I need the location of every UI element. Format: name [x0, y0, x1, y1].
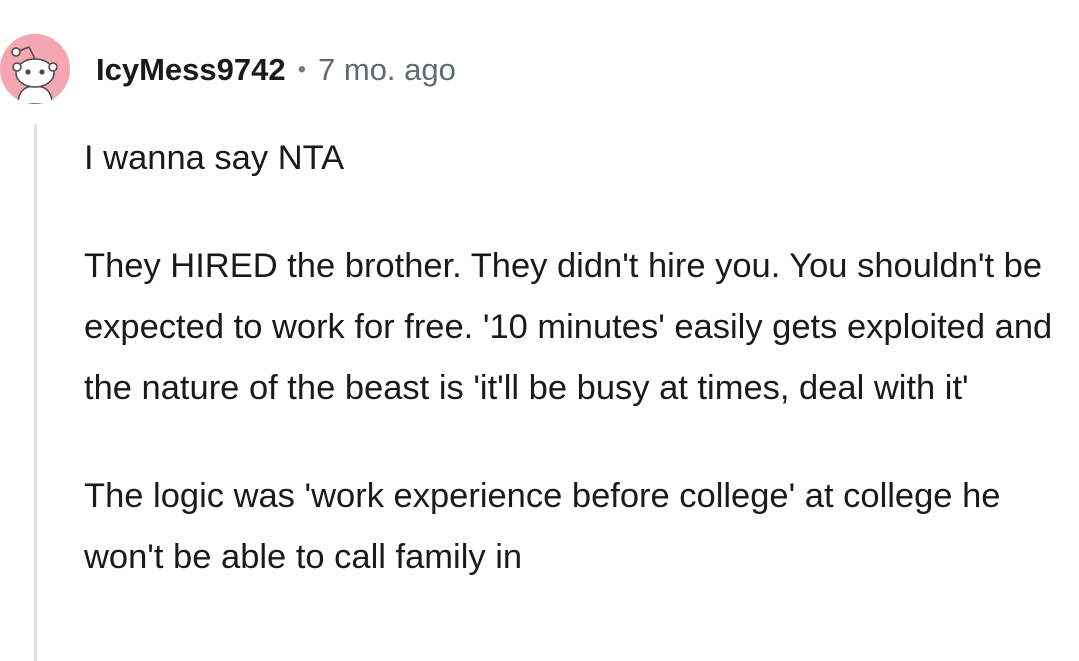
comment-paragraph: They HIRED the brother. They didn't hire… [84, 247, 1053, 407]
user-avatar[interactable] [0, 34, 70, 104]
username-link[interactable]: IcyMess9742 [96, 52, 286, 88]
meta-separator: • [297, 56, 307, 83]
comment-body: I wanna say NTA They HIRED the brother. … [84, 128, 1054, 588]
timestamp[interactable]: 7 mo. ago [318, 52, 456, 88]
comment: IcyMess9742 • 7 mo. ago I wanna say NTA … [0, 0, 1079, 661]
thread-line[interactable] [34, 124, 37, 661]
comment-paragraph: The logic was 'work experience before co… [84, 477, 1001, 576]
comment-paragraph: I wanna say NTA [84, 139, 345, 177]
reddit-snoo-avatar-icon [0, 34, 70, 104]
comment-meta: IcyMess9742 • 7 mo. ago [96, 50, 456, 90]
